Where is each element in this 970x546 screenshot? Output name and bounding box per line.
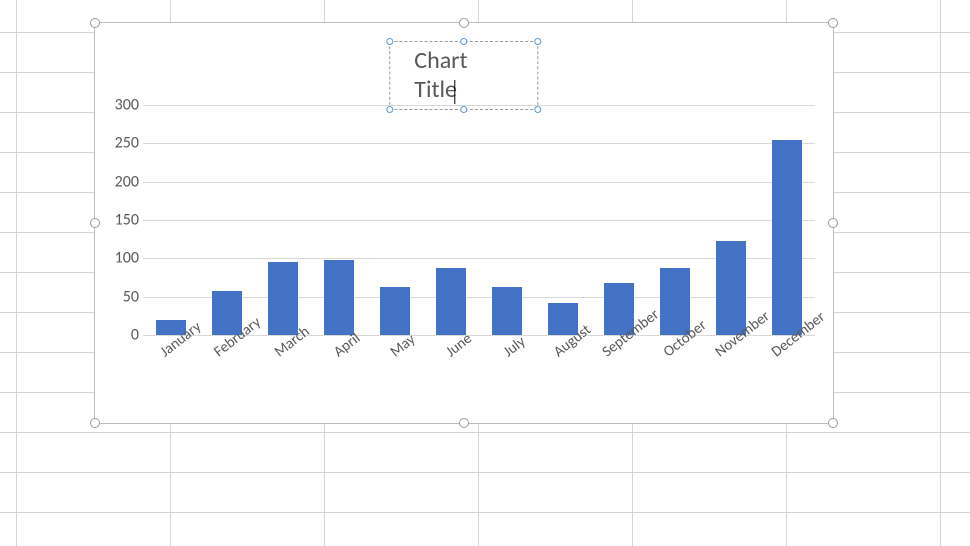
resize-handle-top-left[interactable] xyxy=(90,18,100,28)
chart-object[interactable]: Chart Title 050100150200250300 JanuaryFe… xyxy=(94,22,834,424)
bar-slot xyxy=(255,105,311,335)
bar[interactable] xyxy=(716,241,747,335)
bar[interactable] xyxy=(660,268,691,335)
resize-handle-top-right[interactable] xyxy=(828,18,838,28)
bar-slot xyxy=(479,105,535,335)
x-label-slot: November xyxy=(703,341,759,401)
bar-slot xyxy=(591,105,647,335)
resize-handle-top-middle[interactable] xyxy=(459,18,469,28)
y-tick-label: 100 xyxy=(99,249,139,268)
bar[interactable] xyxy=(772,140,803,336)
x-label-slot: January xyxy=(143,341,199,401)
plot-area[interactable]: 050100150200250300 xyxy=(143,105,815,335)
y-tick-label: 250 xyxy=(99,134,139,153)
y-tick-label: 0 xyxy=(99,326,139,345)
title-handle[interactable] xyxy=(460,38,467,45)
x-label-slot: December xyxy=(759,341,815,401)
title-handle[interactable] xyxy=(386,38,393,45)
x-label-slot: May xyxy=(367,341,423,401)
bar-slot xyxy=(143,105,199,335)
bar-slot xyxy=(759,105,815,335)
title-handle[interactable] xyxy=(535,38,542,45)
bar-slot xyxy=(199,105,255,335)
chart-title-text[interactable]: Chart Title xyxy=(414,46,467,104)
bar[interactable] xyxy=(492,287,523,335)
x-axis[interactable]: JanuaryFebruaryMarchAprilMayJuneJulyAugu… xyxy=(143,341,815,401)
x-label-slot: September xyxy=(591,341,647,401)
x-label-slot: July xyxy=(479,341,535,401)
bar[interactable] xyxy=(324,260,355,335)
bar[interactable] xyxy=(380,287,411,335)
resize-handle-bottom-left[interactable] xyxy=(90,418,100,428)
x-label-slot: October xyxy=(647,341,703,401)
x-tick-label: July xyxy=(500,333,529,361)
bar-slot xyxy=(647,105,703,335)
y-tick-label: 150 xyxy=(99,211,139,230)
resize-handle-bottom-right[interactable] xyxy=(828,418,838,428)
y-tick-label: 50 xyxy=(99,287,139,306)
y-tick-label: 200 xyxy=(99,172,139,191)
x-label-slot: June xyxy=(423,341,479,401)
bar-slot xyxy=(423,105,479,335)
bar-slot xyxy=(311,105,367,335)
bar-slot xyxy=(367,105,423,335)
x-label-slot: April xyxy=(311,341,367,401)
x-label-slot: March xyxy=(255,341,311,401)
chart-title[interactable]: Chart Title xyxy=(389,41,538,110)
bar-series[interactable] xyxy=(143,105,815,335)
bar-slot xyxy=(535,105,591,335)
y-tick-label: 300 xyxy=(99,96,139,115)
text-cursor xyxy=(454,80,455,104)
bar-slot xyxy=(703,105,759,335)
x-label-slot: August xyxy=(535,341,591,401)
bar[interactable] xyxy=(436,268,467,335)
bar[interactable] xyxy=(268,262,299,335)
resize-handle-bottom-middle[interactable] xyxy=(459,418,469,428)
x-label-slot: February xyxy=(199,341,255,401)
resize-handle-right-middle[interactable] xyxy=(828,218,838,228)
